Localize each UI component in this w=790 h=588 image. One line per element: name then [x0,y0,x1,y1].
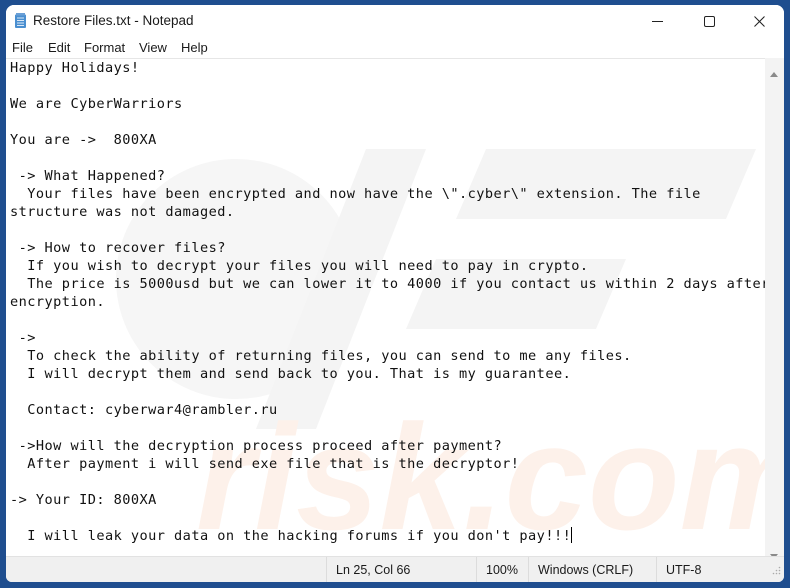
doc-line: -> [10,330,36,346]
doc-line: You are -> 800XA [10,132,157,148]
doc-line: -> What Happened? [10,168,166,184]
minimize-button[interactable] [634,5,680,37]
doc-line: I will leak your data on the hacking for… [10,528,572,544]
doc-line: -> Your ID: 800XA [10,492,157,508]
menu-format[interactable]: Format [84,40,125,55]
doc-line: If you wish to decrypt your files you wi… [10,258,589,274]
close-button[interactable] [736,5,782,37]
title-bar[interactable]: Restore Files.txt - Notepad [6,5,784,37]
menu-view[interactable]: View [139,40,167,55]
vertical-scrollbar[interactable] [765,58,784,559]
doc-line: -> How to recover files? [10,240,226,256]
zoom-level: 100% [476,557,528,582]
doc-line: We are CyberWarriors [10,96,183,112]
document-text[interactable]: Happy Holidays! We are CyberWarriors You… [10,59,765,545]
resize-grip-icon[interactable] [772,562,781,580]
menu-file[interactable]: File [12,40,33,55]
doc-line: Your files have been encrypted and now h… [10,186,701,202]
notepad-icon [15,13,26,28]
menu-help[interactable]: Help [181,40,208,55]
menu-bar: File Edit Format View Help [6,37,784,58]
close-icon [753,15,765,27]
doc-line: ->How will the decryption process procee… [10,438,503,454]
doc-line: The price is 5000usd but we can lower it… [10,276,765,292]
maximize-button[interactable] [686,5,732,37]
doc-line: After payment i will send exe file that … [10,456,520,472]
doc-line: structure was not damaged. [10,204,235,220]
doc-line: I will decrypt them and send back to you… [10,366,572,382]
status-bar: Ln 25, Col 66 100% Windows (CRLF) UTF-8 [6,556,784,582]
encoding: UTF-8 [656,557,784,582]
text-editor[interactable]: risk.com Happy Holidays! We are CyberWar… [6,58,765,557]
maximize-icon [703,15,715,27]
doc-line: Happy Holidays! [10,60,140,76]
menu-edit[interactable]: Edit [48,40,70,55]
notepad-window: Restore Files.txt - Notepad File Edit Fo… [6,5,784,582]
doc-line: encryption. [10,294,105,310]
doc-line: To check the ability of returning files,… [10,348,632,364]
window-title: Restore Files.txt - Notepad [33,13,194,28]
line-ending: Windows (CRLF) [528,557,656,582]
doc-line: Contact: cyberwar4@rambler.ru [10,402,278,418]
cursor-position: Ln 25, Col 66 [326,557,476,582]
text-caret [571,527,573,543]
minimize-icon [651,16,663,27]
scroll-up-arrow-icon[interactable] [770,64,778,82]
